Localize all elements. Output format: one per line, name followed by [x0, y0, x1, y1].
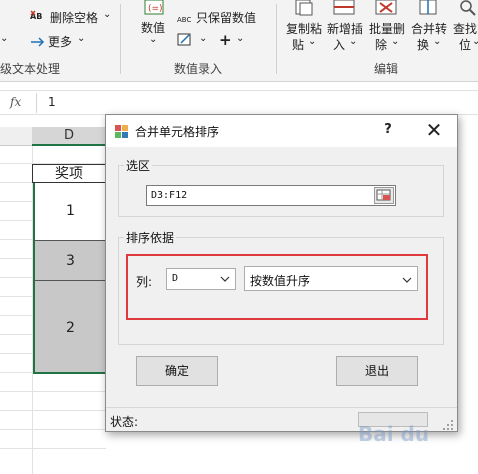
range-select-icon[interactable]	[374, 187, 394, 204]
insert-button[interactable]: 新增插	[327, 20, 363, 37]
gridline	[0, 353, 32, 354]
dialog-titlebar[interactable]: 合并单元格排序 ? ✕	[106, 115, 457, 147]
more-arrow-icon	[30, 33, 46, 47]
dialog-title: 合并单元格排序	[135, 125, 220, 139]
batch-delete-button[interactable]: 批量删	[369, 20, 405, 37]
batch-delete-line2: 除	[375, 38, 388, 52]
gridline	[0, 448, 106, 449]
merge-convert-icon	[418, 0, 440, 16]
find-chevron-icon[interactable]: ⌄	[472, 36, 478, 47]
find-icon	[458, 0, 478, 16]
data-entry-group-label: 数值录入	[174, 62, 223, 76]
column-select[interactable]: D	[166, 268, 236, 290]
range-input[interactable]: D3:F12	[146, 185, 396, 206]
merged-cell[interactable]: 1	[33, 183, 106, 240]
gridline	[0, 258, 32, 259]
text-processing-group-label: 级文本处理	[0, 62, 61, 76]
keep-values-button[interactable]: 只保留数值	[196, 9, 256, 26]
merge-convert-button[interactable]: 合并转	[411, 20, 447, 37]
merged-cell[interactable]: 3	[33, 240, 106, 280]
gridline	[0, 315, 32, 316]
find-line2: 位	[459, 38, 472, 52]
app-icon	[115, 124, 129, 138]
edit-group-label: 编辑	[374, 62, 399, 76]
edit-icon[interactable]	[177, 32, 193, 46]
insert-line2: 入	[333, 38, 346, 52]
gridline	[0, 277, 32, 278]
copy-paste-icon	[294, 0, 316, 16]
insert-chevron-icon[interactable]: ⌄	[349, 36, 357, 47]
gridline	[0, 239, 32, 240]
svg-text:(=): (=)	[148, 4, 163, 14]
gridline	[0, 391, 106, 392]
help-button[interactable]: ?	[376, 122, 400, 142]
batch-delete-icon	[374, 0, 400, 16]
merge-sort-dialog: 合并单元格排序 ? ✕ 选区 D3:F12 排序依据 列: D 按数值升序 确定…	[105, 114, 458, 432]
plus-chevron-icon[interactable]: ⌄	[236, 33, 244, 44]
keep-values-icon: ABC	[177, 10, 197, 24]
order-select[interactable]: 按数值升序	[244, 266, 418, 291]
close-button[interactable]: ✕	[420, 119, 448, 143]
fx-icon[interactable]: fx	[10, 95, 21, 109]
ribbon-separator	[120, 4, 121, 74]
selection-label: 选区	[124, 157, 153, 174]
left-chevron-icon[interactable]: ⌄	[0, 33, 8, 44]
column-header-c[interactable]	[0, 127, 32, 146]
formula-input[interactable]: 1	[48, 95, 56, 109]
value-icon: (=)	[142, 0, 168, 18]
sort-basis-label: 排序依据	[124, 229, 177, 246]
more-chevron-icon[interactable]: ⌄	[77, 33, 85, 44]
insert-icon	[332, 0, 358, 16]
find-button[interactable]: 查找	[453, 20, 477, 37]
delete-spaces-chevron-icon[interactable]: ⌄	[103, 9, 111, 20]
column-select-value: D	[172, 273, 179, 284]
header-cell[interactable]: 奖项	[32, 164, 106, 183]
formula-divider	[36, 93, 37, 113]
plus-icon[interactable]: +	[219, 31, 232, 49]
copy-paste-line2: 贴	[292, 38, 305, 52]
gridline	[0, 201, 32, 202]
chevron-down-icon	[220, 273, 230, 283]
copy-paste-chevron-icon[interactable]: ⌄	[308, 36, 316, 47]
status-label: 状态:	[110, 415, 139, 429]
gridline	[0, 334, 32, 335]
edit-chevron-icon[interactable]: ⌄	[199, 33, 207, 44]
copy-paste-button[interactable]: 复制粘	[286, 20, 322, 37]
merge-convert-chevron-icon[interactable]: ⌄	[433, 36, 441, 47]
more-button[interactable]: 更多	[48, 33, 72, 50]
svg-text:ABC: ABC	[177, 16, 191, 24]
delete-spaces-icon: AB	[30, 8, 48, 22]
batch-delete-chevron-icon[interactable]: ⌄	[391, 36, 399, 47]
gridline	[0, 410, 106, 411]
ok-button[interactable]: 确定	[136, 356, 218, 386]
delete-spaces-button[interactable]: 删除空格	[50, 9, 98, 26]
watermark: Bai du	[358, 422, 430, 446]
resize-grip-icon[interactable]	[442, 416, 454, 430]
formula-bar: fx 1	[0, 90, 478, 115]
gridline	[0, 296, 32, 297]
exit-button[interactable]: 退出	[336, 356, 418, 386]
order-select-value: 按数值升序	[250, 274, 311, 288]
gridline	[0, 429, 106, 430]
column-header-d[interactable]: D	[32, 127, 106, 146]
chevron-down-icon	[402, 274, 412, 284]
gridline	[0, 220, 32, 221]
merge-convert-line2: 换	[417, 38, 430, 52]
column-label: 列:	[136, 275, 153, 289]
value-chevron-icon[interactable]: ⌄	[149, 34, 157, 45]
ribbon: AB 删除空格 ⌄ 更多 ⌄ ⌄ 级文本处理 (=) 数值 ⌄ ABC 只保留数…	[0, 0, 478, 82]
ribbon-separator	[276, 4, 277, 74]
merged-cell[interactable]: 2	[33, 280, 106, 374]
